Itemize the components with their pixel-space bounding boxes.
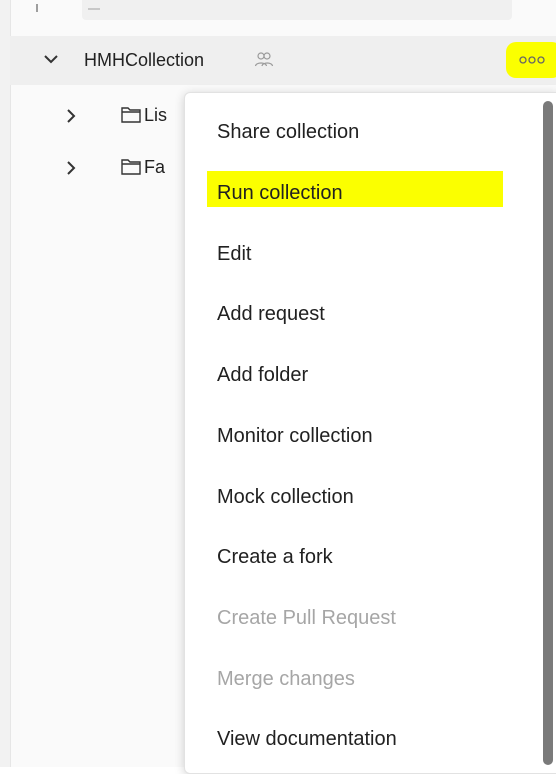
menu-item-create-pull-request: Create Pull Request <box>185 597 541 641</box>
menu-item-label: View documentation <box>217 728 397 750</box>
chevron-right-icon[interactable] <box>62 158 80 178</box>
menu-item-mock-collection[interactable]: Mock collection <box>185 476 541 520</box>
menu-scrollbar[interactable] <box>543 101 553 765</box>
tree-item-folder[interactable]: Lis <box>10 98 190 134</box>
menu-item-label: Monitor collection <box>217 425 373 447</box>
tree-item-label: Lis <box>144 105 168 125</box>
more-horizontal-icon <box>519 56 545 64</box>
search-hint-mark <box>88 2 100 10</box>
menu-item-run-collection[interactable]: Run collection <box>185 171 541 216</box>
divider <box>36 4 38 12</box>
collection-row[interactable]: HMHCollection <box>10 36 556 85</box>
tree-item-label: Fa <box>144 157 166 177</box>
menu-item-label: Edit <box>217 243 252 265</box>
tree-item-folder[interactable]: Fa <box>10 150 190 186</box>
people-icon <box>254 51 274 69</box>
collection-name: HMHCollection <box>84 50 205 70</box>
chevron-right-icon[interactable] <box>62 106 80 126</box>
menu-item-label: Add folder <box>217 364 309 386</box>
menu-item-merge-changes: Merge changes <box>185 658 541 702</box>
menu-item-add-request[interactable]: Add request <box>185 293 541 337</box>
menu-item-label: Run collection <box>217 182 343 204</box>
menu-item-monitor-collection[interactable]: Monitor collection <box>185 415 541 459</box>
menu-item-label: Merge changes <box>217 668 355 690</box>
menu-item-label: Mock collection <box>217 486 354 508</box>
menu-item-edit[interactable]: Edit <box>185 233 541 277</box>
chevron-down-icon[interactable] <box>40 48 62 70</box>
menu-item-label: Share collection <box>217 121 360 143</box>
menu-item-share-collection[interactable]: Share collection <box>185 111 541 155</box>
menu-item-create-fork[interactable]: Create a fork <box>185 536 541 580</box>
menu-item-label: Create a fork <box>217 546 333 568</box>
folder-icon <box>120 104 142 124</box>
menu-item-view-documentation[interactable]: View documentation <box>185 718 541 762</box>
menu-item-label: Add request <box>217 303 325 325</box>
menu-item-add-folder[interactable]: Add folder <box>185 354 541 398</box>
context-menu: Share collection Run collection Edit Add… <box>184 92 556 774</box>
more-options-button[interactable] <box>506 42 556 78</box>
folder-icon <box>120 156 142 176</box>
search-field[interactable] <box>36 0 512 20</box>
menu-item-label: Create Pull Request <box>217 607 396 629</box>
